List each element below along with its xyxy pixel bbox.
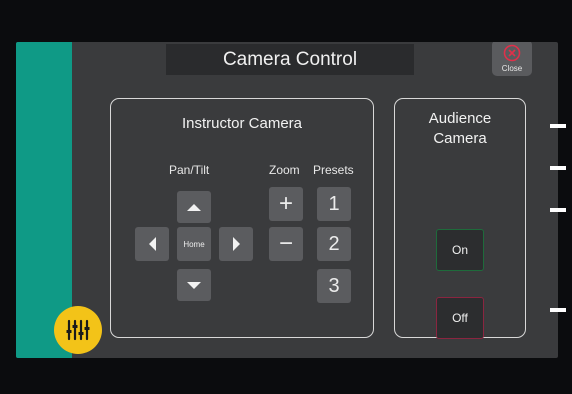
preset-2-button[interactable]: 2 bbox=[317, 227, 351, 261]
home-button[interactable]: Home bbox=[177, 227, 211, 261]
tilt-up-button[interactable] bbox=[177, 191, 211, 223]
minus-icon: − bbox=[278, 230, 293, 257]
edge-tick bbox=[550, 124, 566, 128]
pan-tilt-label: Pan/Tilt bbox=[169, 163, 210, 177]
edge-tick bbox=[550, 308, 566, 312]
plus-icon: + bbox=[278, 190, 293, 217]
page-title: Camera Control bbox=[222, 48, 358, 70]
tilt-down-button[interactable] bbox=[177, 269, 211, 301]
preset-1-button[interactable]: 1 bbox=[317, 187, 351, 221]
preset-3-button[interactable]: 3 bbox=[317, 269, 351, 303]
preset-1-label: 1 bbox=[328, 192, 340, 215]
preset-3-label: 3 bbox=[328, 274, 340, 297]
audio-mixer-button[interactable] bbox=[54, 306, 102, 354]
arrow-right-icon bbox=[232, 237, 240, 251]
close-label: Close bbox=[501, 63, 523, 73]
zoom-label: Zoom bbox=[269, 163, 300, 177]
on-label: On bbox=[451, 243, 468, 257]
edge-tick bbox=[550, 166, 566, 170]
zoom-in-button[interactable]: + bbox=[269, 187, 303, 221]
home-label: Home bbox=[183, 239, 205, 249]
camera-control-screen: Camera Control Close Instructor Camera P… bbox=[16, 42, 558, 358]
pan-right-button[interactable] bbox=[219, 227, 253, 261]
instructor-camera-title: Instructor Camera bbox=[181, 115, 303, 132]
close-icon bbox=[503, 44, 521, 61]
off-label: Off bbox=[452, 311, 468, 325]
pan-left-button[interactable] bbox=[135, 227, 169, 261]
close-button[interactable]: Close bbox=[492, 42, 532, 76]
presets-label: Presets bbox=[313, 163, 354, 177]
page-title-bar: Camera Control bbox=[166, 44, 414, 75]
instructor-camera-panel: Instructor Camera Pan/Tilt Zoom Presets … bbox=[110, 98, 374, 338]
arrow-left-icon bbox=[148, 237, 156, 251]
audio-mixer-icon bbox=[66, 319, 90, 341]
preset-2-label: 2 bbox=[328, 232, 340, 255]
audience-camera-title: Audience Camera bbox=[395, 109, 525, 149]
audience-title-line1: Audience bbox=[428, 110, 492, 127]
audience-camera-panel: Audience Camera On Off bbox=[394, 98, 526, 339]
edge-tick bbox=[550, 208, 566, 212]
audience-title-line2: Camera bbox=[433, 130, 487, 147]
arrow-down-icon bbox=[187, 281, 201, 289]
audience-camera-on-button[interactable]: On bbox=[436, 229, 484, 271]
zoom-out-button[interactable]: − bbox=[269, 227, 303, 261]
arrow-up-icon bbox=[187, 203, 201, 211]
audience-camera-off-button[interactable]: Off bbox=[436, 297, 484, 339]
